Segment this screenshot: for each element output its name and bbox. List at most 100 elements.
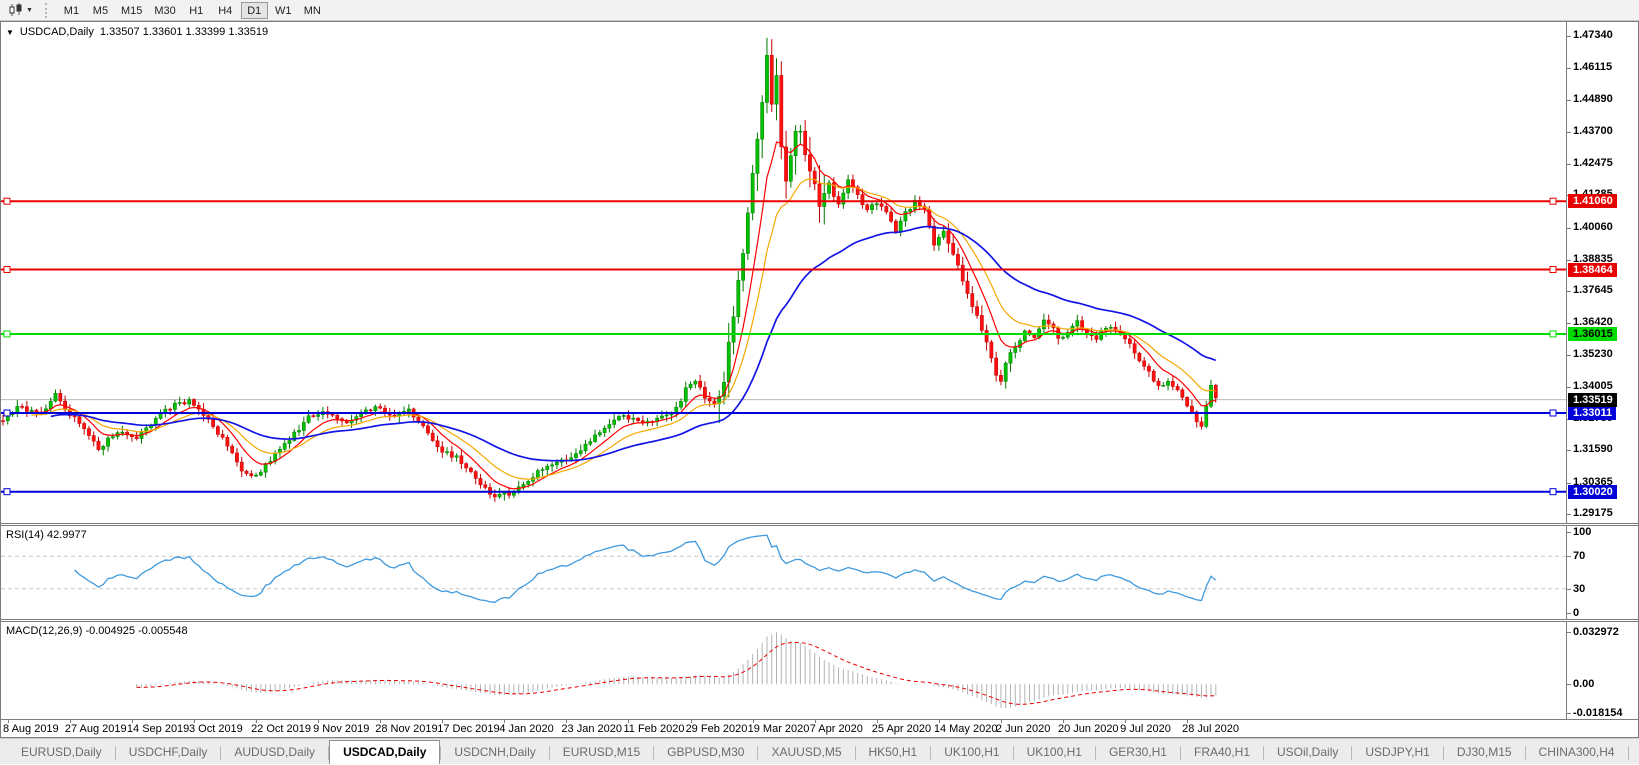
price-tickmark	[1567, 323, 1571, 324]
rsi-tick-label: 100	[1573, 526, 1591, 538]
tab-gbpusd-m30[interactable]: GBPUSD,M30	[654, 742, 757, 764]
price-tickmark	[1567, 36, 1571, 37]
line-handle-right[interactable]	[1550, 331, 1556, 337]
date-label: 8 Aug 2019	[3, 723, 59, 735]
date-label: 3 Oct 2019	[189, 723, 243, 735]
price-tick-label: 1.43700	[1573, 125, 1613, 137]
tab-uk100-h1[interactable]: UK100,H1	[931, 742, 1012, 764]
price-level-badge-1.33011: 1.33011	[1568, 406, 1616, 420]
tab-dj30-m15[interactable]: DJ30,M15	[1444, 742, 1525, 764]
horizontal-line-1.41060[interactable]	[1, 198, 1566, 204]
price-tick-label: 1.44890	[1573, 93, 1613, 105]
macd-tickmark	[1567, 684, 1571, 685]
rsi-plot-area[interactable]: RSI(14) 42.9977	[1, 526, 1566, 619]
price-tickmark	[1567, 100, 1571, 101]
tab-usoil-daily[interactable]: USOil,Daily	[1264, 742, 1351, 764]
timeframe-button-m1[interactable]: M1	[58, 2, 85, 19]
timeframe-button-m5[interactable]: M5	[87, 2, 114, 19]
price-tick-label: 1.31590	[1573, 443, 1613, 455]
tab-eurusd-daily[interactable]: EURUSD,Daily	[8, 742, 115, 764]
tab-usdchf-daily[interactable]: USDCHF,Daily	[116, 742, 221, 764]
tab-hk50-h1[interactable]: HK50,H1	[856, 742, 931, 764]
timeframe-button-w1[interactable]: W1	[270, 2, 297, 19]
chart-title: ▼ USDCAD,Daily 1.33507 1.33601 1.33399 1…	[6, 26, 268, 38]
chevron-down-icon: ▼	[26, 7, 33, 14]
tab-uk100-h1[interactable]: UK100,H1	[1014, 742, 1095, 764]
tab-audusd-daily[interactable]: AUDUSD,Daily	[221, 742, 328, 764]
tab-xauusd-m5[interactable]: XAUUSD,M5	[758, 742, 854, 764]
macd-plot-area[interactable]: MACD(12,26,9) -0.004925 -0.005548	[1, 622, 1566, 719]
line-handle-right[interactable]	[1550, 198, 1556, 204]
date-label: 23 Jan 2020	[561, 723, 622, 735]
timeframe-button-m30[interactable]: M30	[149, 2, 180, 19]
price-tick-label: 1.35230	[1573, 348, 1613, 360]
macd-indicator-pane: MACD(12,26,9) -0.004925 -0.005548 0.0329…	[1, 622, 1638, 719]
line-handle-left[interactable]	[4, 331, 10, 337]
date-label: 17 Dec 2019	[437, 723, 499, 735]
timeframe-button-h4[interactable]: H4	[212, 2, 239, 19]
collapse-arrow-icon[interactable]: ▼	[6, 28, 14, 37]
macd-tickmark	[1567, 632, 1571, 633]
date-label: 25 Apr 2020	[872, 723, 931, 735]
price-tickmark	[1567, 483, 1571, 484]
price-tickmark	[1567, 514, 1571, 515]
toolbar-grip-handle[interactable]	[45, 3, 50, 18]
tab-ger30-h1[interactable]: GER30,H1	[1096, 742, 1180, 764]
price-tickmark	[1567, 68, 1571, 69]
price-tickmark	[1567, 260, 1571, 261]
chart-window: ▼ USDCAD,Daily 1.33507 1.33601 1.33399 1…	[0, 21, 1639, 738]
timeframe-button-d1[interactable]: D1	[241, 2, 268, 19]
horizontal-line-1.30020[interactable]	[1, 489, 1566, 495]
line-handle-right[interactable]	[1550, 489, 1556, 495]
price-tick-label: 1.42475	[1573, 157, 1613, 169]
line-handle-left[interactable]	[4, 410, 10, 416]
price-tickmark	[1567, 291, 1571, 292]
macd-tick-label: -0.018154	[1573, 707, 1623, 719]
timeframe-button-m15[interactable]: M15	[116, 2, 147, 19]
rsi-tick-label: 0	[1573, 607, 1579, 619]
timeframe-button-h1[interactable]: H1	[183, 2, 210, 19]
macd-tick-label: 0.032972	[1573, 626, 1619, 638]
current-price-badge: 1.33519	[1568, 393, 1617, 407]
price-tickmark	[1567, 164, 1571, 165]
main-price-pane: ▼ USDCAD,Daily 1.33507 1.33601 1.33399 1…	[1, 22, 1638, 523]
price-tickmark	[1567, 387, 1571, 388]
price-plot-area[interactable]: ▼ USDCAD,Daily 1.33507 1.33601 1.33399 1…	[1, 22, 1566, 523]
tab-usdjpy-h1[interactable]: USDJPY,H1	[1352, 742, 1442, 764]
line-handle-right[interactable]	[1550, 410, 1556, 416]
tab-usoil-h[interactable]: USOil,H	[1629, 742, 1639, 764]
price-axis: 1.473401.461151.448901.437001.424751.412…	[1566, 22, 1638, 523]
date-label: 4 Jan 2020	[499, 723, 553, 735]
date-label: 7 Apr 2020	[810, 723, 863, 735]
tab-usdcad-daily[interactable]: USDCAD,Daily	[329, 740, 440, 764]
tab-eurusd-m15[interactable]: EURUSD,M15	[550, 742, 653, 764]
price-level-badge-1.38464: 1.38464	[1568, 263, 1617, 277]
timeframe-button-mn[interactable]: MN	[299, 2, 326, 19]
tab-fra40-h1[interactable]: FRA40,H1	[1181, 742, 1263, 764]
date-label: 19 Mar 2020	[748, 723, 810, 735]
price-tickmark	[1567, 228, 1571, 229]
line-handle-left[interactable]	[4, 489, 10, 495]
line-handle-left[interactable]	[4, 198, 10, 204]
rsi-tickmark	[1567, 589, 1571, 590]
rsi-tick-label: 70	[1573, 550, 1585, 562]
horizontal-line-1.38464[interactable]	[1, 267, 1566, 273]
date-label: 14 Sep 2019	[127, 723, 189, 735]
horizontal-line-1.36015[interactable]	[1, 331, 1566, 337]
price-level-badge-1.30020: 1.30020	[1568, 485, 1617, 499]
tab-usdcnh-daily[interactable]: USDCNH,Daily	[441, 742, 548, 764]
macd-tickmark	[1567, 713, 1571, 714]
top-toolbar: ▼ M1M5M15M30H1H4D1W1MN	[0, 0, 1639, 21]
horizontal-line-1.33011[interactable]	[1, 410, 1566, 416]
date-label: 20 Jun 2020	[1058, 723, 1119, 735]
macd-label: MACD(12,26,9) -0.004925 -0.005548	[6, 625, 188, 637]
date-label: 29 Feb 2020	[686, 723, 748, 735]
tab-china300-h4[interactable]: CHINA300,H4	[1526, 742, 1628, 764]
date-label: 9 Nov 2019	[313, 723, 369, 735]
line-handle-left[interactable]	[4, 267, 10, 273]
candlestick-chart-tool-button[interactable]: ▼	[4, 2, 37, 19]
chart-ohlc-values: 1.33507 1.33601 1.33399 1.33519	[100, 26, 268, 38]
candlestick-chart-icon	[8, 3, 24, 17]
rsi-tickmark	[1567, 556, 1571, 557]
line-handle-right[interactable]	[1550, 267, 1556, 273]
